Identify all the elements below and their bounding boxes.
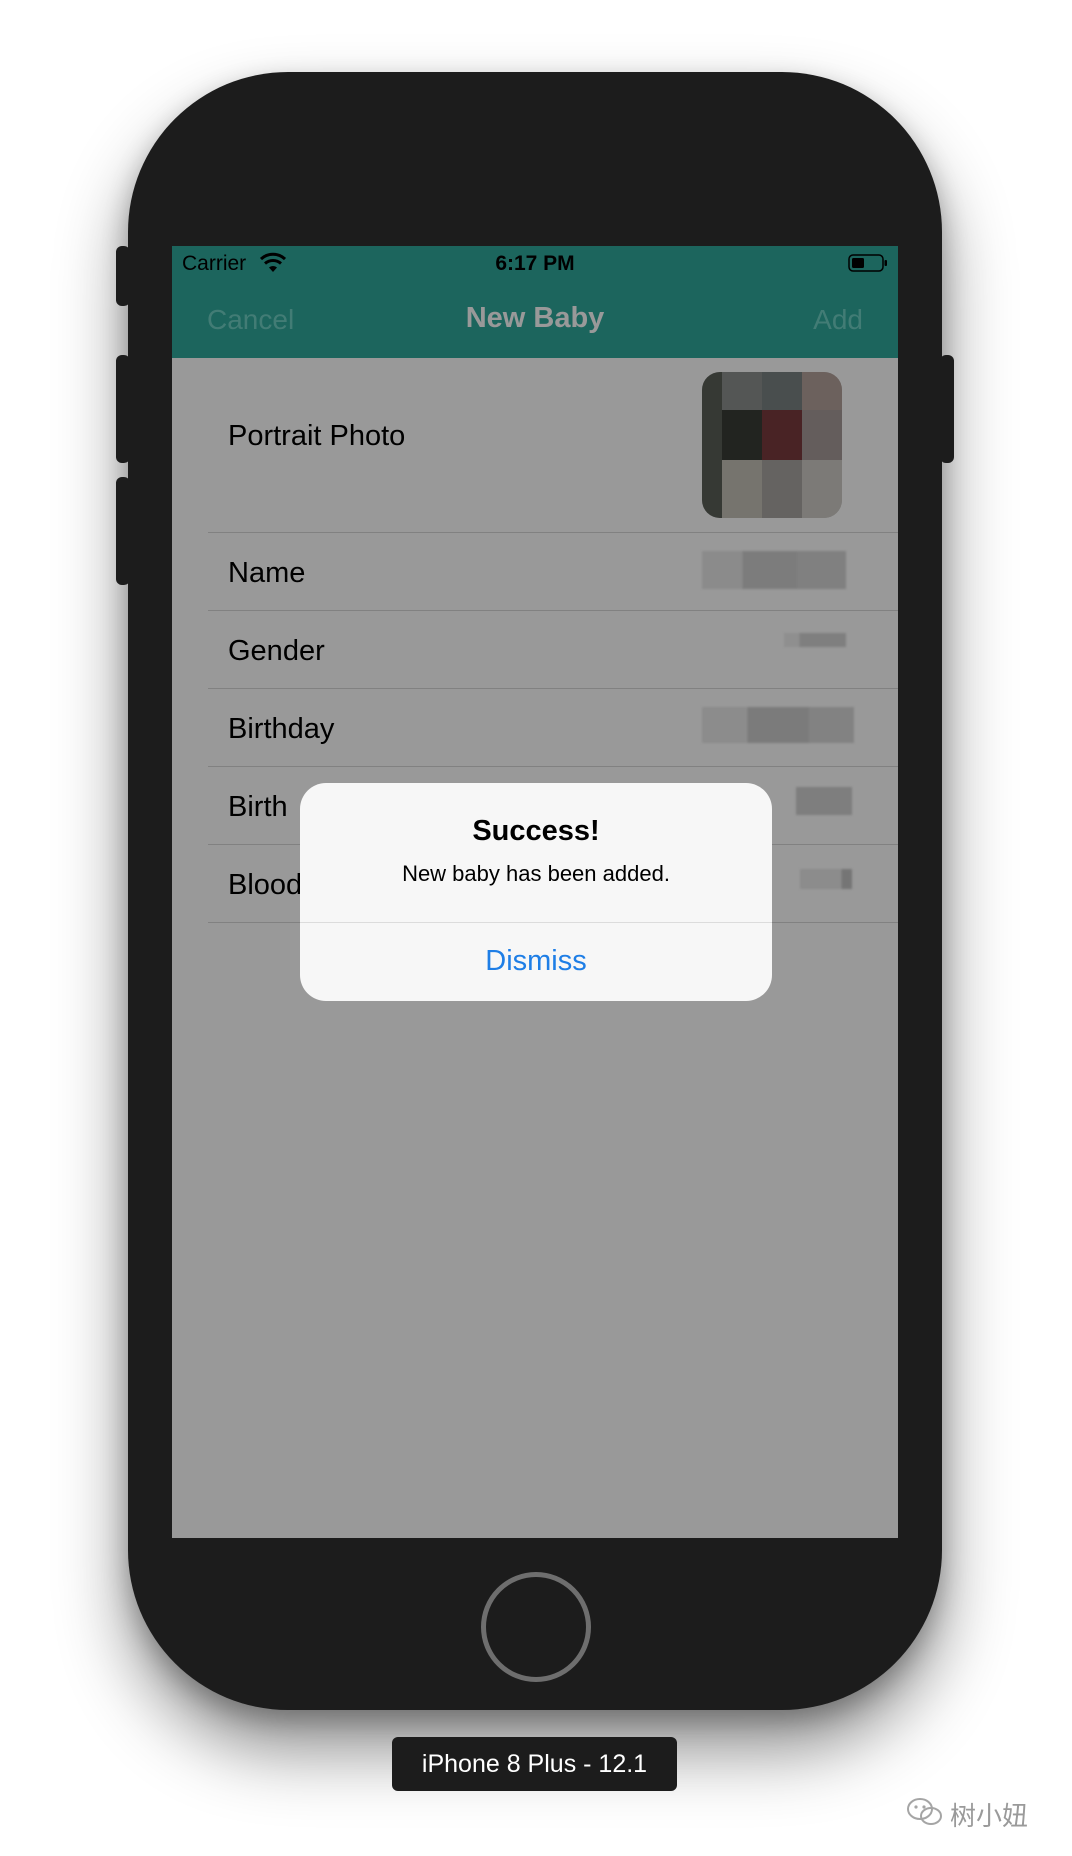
volume-down-button (116, 477, 130, 585)
success-alert: Success! New baby has been added. Dismis… (300, 783, 772, 1001)
screen: Carrier 6:17 PM Cancel New Baby Add Port… (172, 246, 898, 1538)
watermark-text: 树小妞 (950, 1801, 1029, 1831)
alert-message: New baby has been added. (402, 861, 670, 886)
volume-up-button (116, 355, 130, 463)
power-button (940, 355, 954, 463)
dismiss-button[interactable]: Dismiss (300, 922, 772, 1001)
wechat-icon (905, 1797, 945, 1832)
device-label: iPhone 8 Plus - 12.1 (392, 1737, 677, 1791)
mute-switch (116, 246, 130, 306)
alert-title: Success! (472, 815, 600, 847)
home-button[interactable] (481, 1572, 591, 1682)
